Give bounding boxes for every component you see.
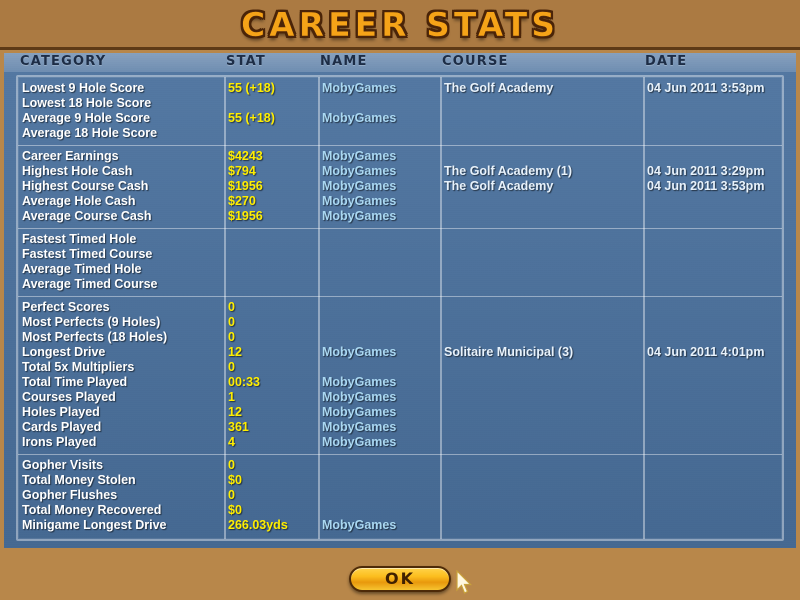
career-stats-screen: CAREER STATS CATEGORY STAT NAME COURSE DATE … [0,0,800,600]
ok-button-label: OK [385,569,415,588]
table-row [18,209,782,224]
table-row [18,300,782,315]
table-row [18,315,782,330]
page-title: CAREER STATS [240,5,560,45]
table-row [18,262,782,277]
group-separator-gameplay [18,296,782,297]
column-header-category: CATEGORY [20,54,107,69]
table-row [18,149,782,164]
table-row [18,179,782,194]
table-row [18,435,782,450]
table-row [18,111,782,126]
table-row [18,458,782,473]
table-row [18,247,782,262]
table-row [18,360,782,375]
table-row [18,81,782,96]
table-row [18,375,782,390]
column-header-course: COURSE [442,54,509,69]
table-row [18,488,782,503]
table-row [18,126,782,141]
column-header-date: DATE [645,54,688,69]
title-bar: CAREER STATS [0,0,800,50]
table-row [18,277,782,292]
table-row [18,345,782,360]
group-separator-cash [18,145,782,146]
table-row [18,194,782,209]
table-row [18,232,782,247]
table-row [18,96,782,111]
table-row [18,473,782,488]
table-header-row: CATEGORY STAT NAME COURSE DATE [4,53,796,72]
table-row [18,420,782,435]
stats-panel: CATEGORY STAT NAME COURSE DATE Lowest 9 Hole… [4,53,796,548]
table-row [18,503,782,518]
column-header-name: NAME [320,54,368,69]
table-row [18,518,782,533]
table-row [18,390,782,405]
table-row [18,405,782,420]
table-row [18,164,782,179]
mouse-cursor-icon [456,570,472,594]
group-separator-timed [18,228,782,229]
table-row [18,330,782,345]
group-separator-gopher [18,454,782,455]
table-frame: Lowest 9 Hole Score 55 (+18) MobyGames The … [16,75,784,541]
column-header-stat: STAT [226,54,266,69]
ok-button[interactable]: OK [349,566,451,592]
